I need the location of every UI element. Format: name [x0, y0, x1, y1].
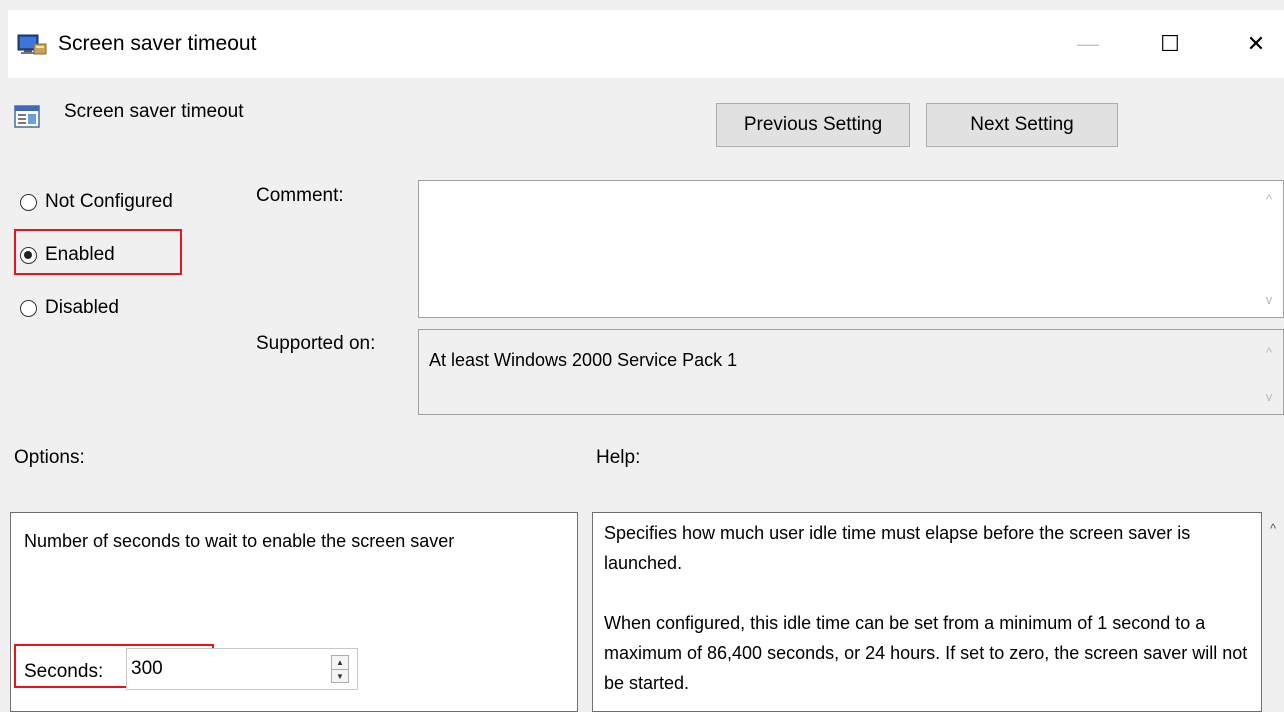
seconds-stepper[interactable]: ▲ ▼	[126, 648, 358, 690]
close-button[interactable]: ✕	[1234, 26, 1278, 62]
radio-circle[interactable]	[20, 299, 37, 317]
help-text: Specifies how much user idle time must e…	[604, 518, 1254, 698]
window-title: Screen saver timeout	[58, 32, 257, 55]
seconds-input[interactable]	[131, 655, 321, 683]
maximize-button[interactable]: ☐	[1148, 26, 1192, 62]
policy-monitor-icon	[17, 34, 47, 55]
seconds-label: Seconds:	[24, 661, 104, 682]
radio-label: Enabled	[45, 244, 115, 265]
supported-on-field: At least Windows 2000 Service Pack 1 ^ v	[418, 329, 1284, 415]
radio-circle-selected[interactable]	[20, 246, 37, 264]
supported-on-value: At least Windows 2000 Service Pack 1	[429, 350, 738, 370]
radio-enabled[interactable]: Enabled	[20, 240, 115, 270]
spin-down-icon[interactable]: ▼	[332, 670, 348, 683]
radio-label: Disabled	[45, 297, 119, 318]
comment-label: Comment:	[256, 185, 344, 206]
scroll-up-icon[interactable]: ^	[1263, 518, 1283, 538]
spin-buttons[interactable]: ▲ ▼	[331, 655, 349, 683]
radio-circle[interactable]	[20, 193, 37, 211]
minimize-button[interactable]: —	[1066, 26, 1110, 62]
options-description: Number of seconds to wait to enable the …	[24, 531, 455, 551]
radio-label: Not Configured	[45, 191, 173, 212]
previous-setting-button[interactable]: Previous Setting	[716, 103, 910, 147]
help-label: Help:	[596, 447, 641, 468]
help-paragraph: Specifies how much user idle time must e…	[604, 523, 1191, 573]
next-setting-button[interactable]: Next Setting	[926, 103, 1118, 147]
radio-not-configured[interactable]: Not Configured	[20, 187, 173, 217]
help-scrollbar[interactable]: ^	[1262, 512, 1284, 712]
setting-name: Screen saver timeout	[64, 101, 244, 122]
scroll-down-icon[interactable]: v	[1259, 289, 1279, 309]
spin-up-icon[interactable]: ▲	[332, 656, 348, 670]
scroll-down-icon[interactable]: v	[1259, 386, 1279, 406]
supported-on-label: Supported on:	[256, 333, 376, 354]
scroll-up-icon[interactable]: ^	[1259, 189, 1279, 209]
options-label: Options:	[14, 447, 85, 468]
radio-disabled[interactable]: Disabled	[20, 293, 119, 323]
scroll-up-icon[interactable]: ^	[1259, 342, 1279, 362]
comment-textarea[interactable]: ^ v	[418, 180, 1284, 318]
policy-setting-icon	[14, 105, 40, 128]
help-paragraph: When configured, this idle time can be s…	[604, 613, 1248, 693]
